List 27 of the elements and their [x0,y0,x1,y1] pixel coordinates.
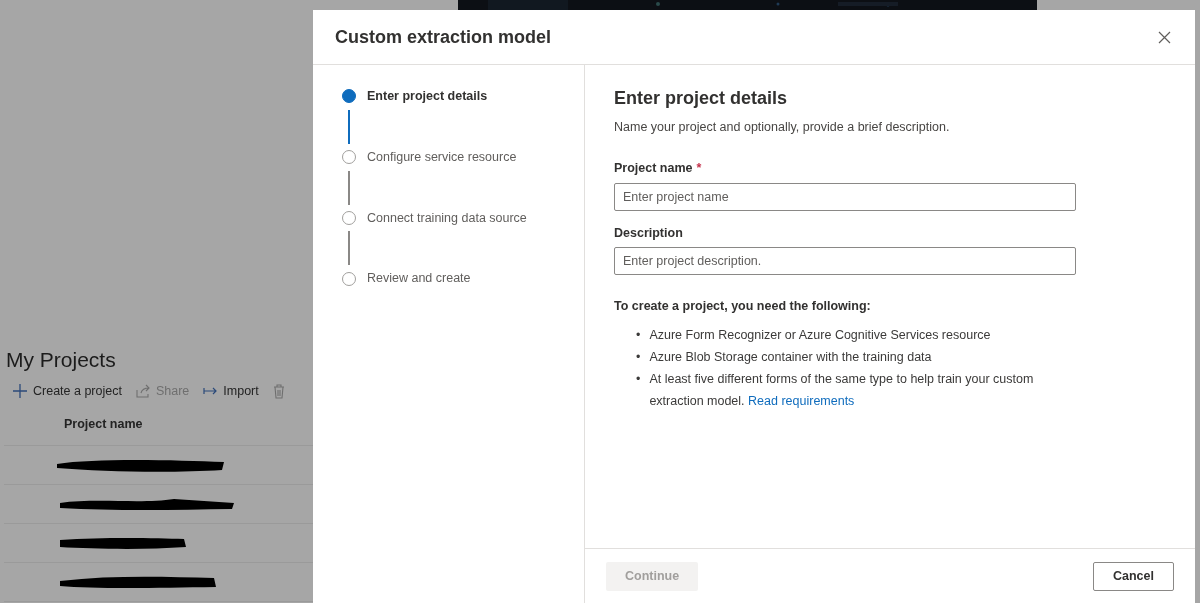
requirements-link[interactable]: Read requirements [748,394,855,408]
form-heading: Enter project details [614,87,789,110]
form-subtitle: Name your project and optionally, provide a brief description. [614,119,951,136]
input-field[interactable]: Enter project name [614,182,1076,211]
requirements-heading: To create a project, you need the following: [614,298,872,316]
bullet: • [636,327,641,344]
requirement-item: At least five different forms of the same type to help train your custom extraction model. Read requirements [649,371,1035,410]
wizard-step[interactable]: Configure service resource [342,147,517,167]
bullet: • [636,371,641,388]
bullet: • [636,349,641,366]
input-field[interactable]: Enter project description. [614,247,1076,276]
field-label: Description [614,224,683,242]
wizard-step[interactable]: Review and create [342,269,471,288]
requirement-item: Azure Blob Storage container with the training data [649,349,933,366]
wizard-step[interactable]: Enter project details [342,87,488,106]
page-title: My Projects [6,347,117,373]
dialog-title: Custom extraction model [335,25,552,49]
required-mark: * [696,159,702,177]
import-button[interactable]: Import [203,382,259,401]
wizard-step[interactable]: Connect training data source [342,208,527,228]
add-button[interactable]: Create a project [13,382,122,401]
arrow-icon [203,386,218,397]
requirement-item: Azure Form Recognizer or Azure Cognitive Services resource [649,327,992,344]
share-icon [135,384,150,399]
plus-icon [13,384,27,399]
field-label: Project name [614,159,693,177]
cancel-button[interactable]: Cancel [1093,561,1174,591]
